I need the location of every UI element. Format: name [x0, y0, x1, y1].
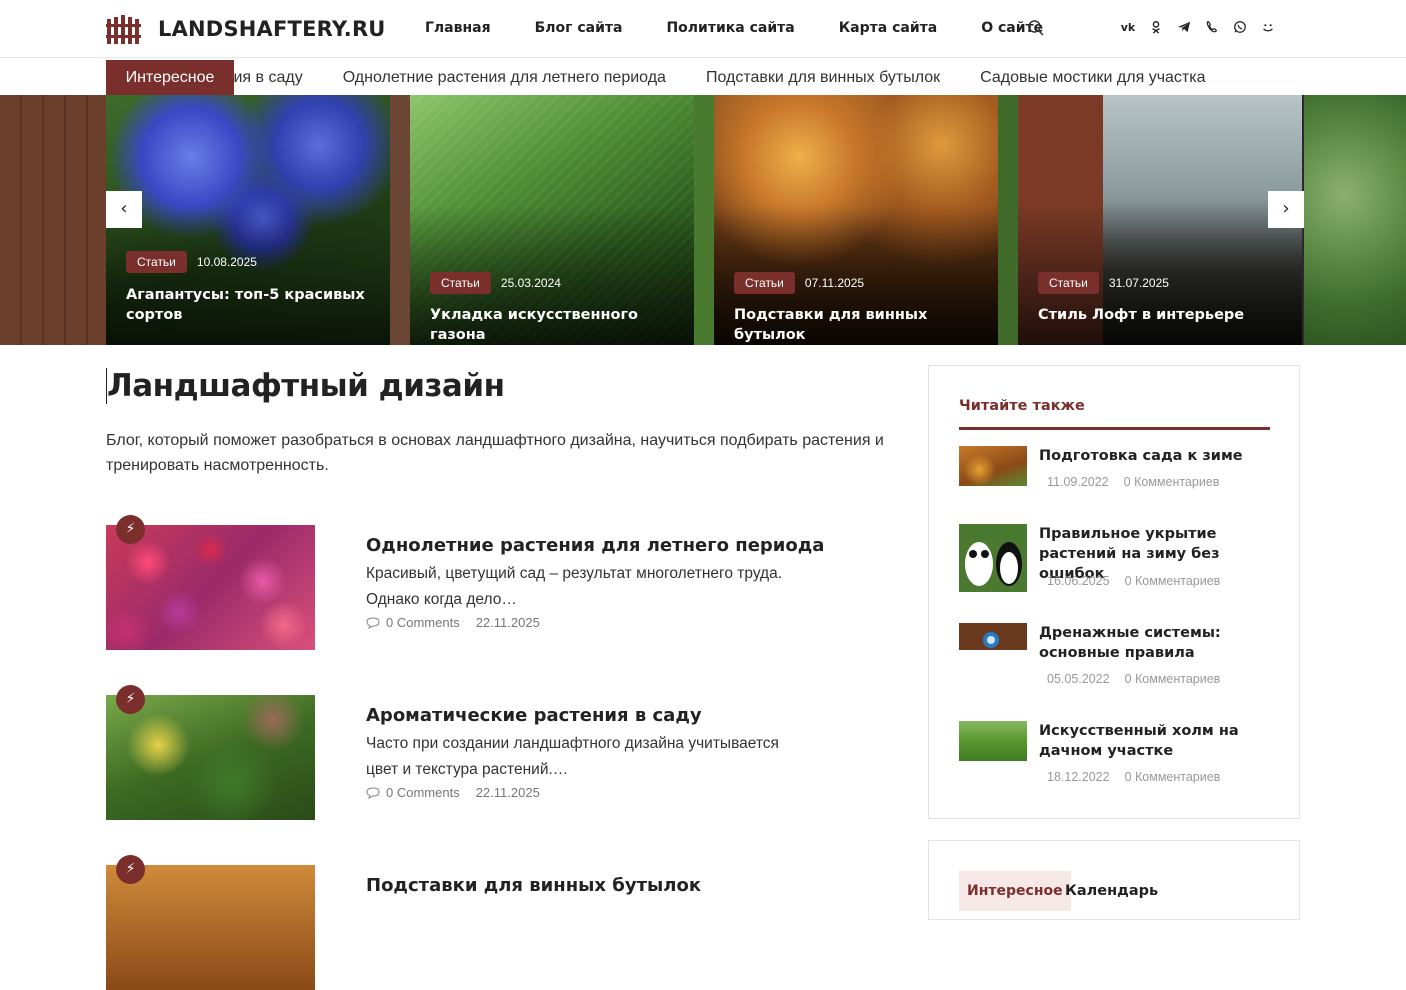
vk-icon[interactable]: vk — [1120, 20, 1136, 36]
slide-title[interactable]: Стиль Лофт в интерьере — [1038, 305, 1286, 325]
related-meta: 05.05.2022 0 Комментариев — [1047, 672, 1220, 686]
widget2-text[interactable]: Календарь — [1065, 883, 1158, 899]
main-nav: Главная Блог сайта Политика сайта Карта … — [425, 20, 1087, 36]
related-date: 11.09.2022 — [1047, 475, 1109, 489]
site-header: LANDSHAFTERY.RU Главная Блог сайта Полит… — [0, 0, 1406, 58]
post-title[interactable]: Ароматические растения в саду — [366, 705, 702, 726]
slide-badge[interactable]: Статьи — [126, 251, 187, 273]
widget2-label: Интересное — [959, 871, 1071, 911]
slide-title[interactable]: Укладка искусственного газона — [430, 305, 678, 345]
slide-title[interactable]: Подставки для винных бутылок — [734, 305, 982, 345]
related-comments[interactable]: 0 Комментариев — [1125, 574, 1221, 588]
odnoklassniki-icon[interactable] — [1148, 20, 1164, 36]
search-icon[interactable] — [1027, 19, 1045, 37]
post-meta: 0 Comments 22.11.2025 — [366, 615, 540, 630]
nav-home[interactable]: Главная — [425, 20, 491, 36]
ticker-item[interactable]: Ароматические растения в саду — [234, 60, 303, 95]
slide-date: 10.08.2025 — [196, 255, 257, 269]
post-comments[interactable]: 0 Comments — [386, 785, 460, 800]
related-date: 16.06.2025 — [1047, 574, 1110, 588]
ticker-item[interactable]: Подставки для винных бутылок — [706, 60, 940, 95]
post-excerpt: Часто при создании ландшафтного дизайна … — [366, 735, 779, 778]
slide-date: 25.03.2024 — [500, 276, 561, 290]
widget-title: Читайте также — [959, 398, 1085, 414]
slide-artificial-turf[interactable]: Статьи 25.03.2024 Укладка искусственного… — [410, 95, 694, 345]
page-title: Ландшафтный дизайн — [106, 368, 505, 404]
slide-title[interactable]: Агапантусы: топ-5 красивых сортов — [126, 285, 374, 325]
telegram-icon[interactable] — [1176, 20, 1192, 36]
nav-policy[interactable]: Политика сайта — [666, 20, 794, 36]
widget-divider — [959, 427, 1270, 430]
social-links: vk — [1120, 20, 1288, 36]
viber-icon[interactable] — [1204, 20, 1220, 36]
related-comments[interactable]: 0 Комментариев — [1125, 770, 1221, 784]
site-name: LANDSHAFTERY.RU — [158, 17, 386, 41]
related-comments[interactable]: 0 Комментариев — [1124, 475, 1220, 489]
related-meta: 16.06.2025 0 Комментариев — [1047, 574, 1220, 588]
lightning-icon[interactable]: ⚡ — [116, 515, 145, 544]
related-title[interactable]: Дренажные системы: основные правила — [1039, 623, 1279, 663]
nav-blog[interactable]: Блог сайта — [535, 20, 623, 36]
post-title[interactable]: Подставки для винных бутылок — [366, 875, 701, 896]
related-thumbnail[interactable] — [959, 623, 1027, 650]
slide-loft-style[interactable]: Статьи 31.07.2025 Стиль Лофт в интерьере — [1018, 95, 1302, 345]
related-item: Дренажные системы: основные правила 05.0… — [959, 623, 1279, 703]
related-item: Подготовка сада к зиме 11.09.2022 0 Комме… — [959, 446, 1279, 526]
news-ticker: Интересное Ароматические растения в саду… — [0, 60, 1406, 95]
moi-mir-icon[interactable] — [1260, 20, 1276, 36]
comment-icon — [366, 786, 380, 799]
slide-date: 31.07.2025 — [1108, 276, 1169, 290]
related-thumbnail[interactable] — [959, 721, 1027, 761]
slide-badge[interactable]: Статьи — [1038, 272, 1099, 294]
slide-edge-left — [0, 95, 106, 345]
slide-agapanthus[interactable]: Статьи 10.08.2025 Агапантусы: топ-5 крас… — [106, 95, 390, 345]
ticker-label: Интересное — [106, 60, 234, 95]
post-thumbnail[interactable] — [106, 695, 315, 820]
post-date: 22.11.2025 — [475, 785, 540, 800]
slider-prev-button[interactable]: ‹ — [106, 191, 142, 228]
post-excerpt: Красивый, цветущий сад – результат много… — [366, 565, 783, 608]
post-thumbnail[interactable] — [106, 525, 315, 650]
related-meta: 18.12.2022 0 Комментариев — [1047, 770, 1220, 784]
related-item: Искусственный холм на дачном участке 18.… — [959, 721, 1279, 801]
slide-wine-holders[interactable]: Статьи 07.11.2025 Подставки для винных б… — [714, 95, 998, 345]
read-also-widget: Читайте также Подготовка сада к зиме 11.… — [928, 365, 1300, 819]
post-item: ⚡ Однолетние растения для летнего период… — [106, 515, 896, 650]
related-item: Правильное укрытие растений на зиму без … — [959, 524, 1279, 604]
post-title[interactable]: Однолетние растения для летнего периода — [366, 535, 824, 556]
featured-slider: Статьи 10.08.2025 Агапантусы: топ-5 крас… — [0, 95, 1406, 345]
related-comments[interactable]: 0 Комментариев — [1125, 672, 1221, 686]
lightning-icon[interactable]: ⚡ — [116, 685, 145, 714]
interesting-widget: Интересное Календарь — [928, 840, 1300, 920]
post-thumbnail[interactable] — [106, 865, 315, 990]
slide-badge[interactable]: Статьи — [734, 272, 795, 294]
ticker-item[interactable]: Однолетние растения для летнего периода — [343, 60, 666, 95]
post-item: ⚡ Ароматические растения в саду Часто пр… — [106, 685, 896, 820]
whatsapp-icon[interactable] — [1232, 20, 1248, 36]
post-item: ⚡ Подставки для винных бутылок — [106, 855, 896, 990]
site-logo[interactable]: LANDSHAFTERY.RU — [106, 14, 386, 44]
nav-sitemap[interactable]: Карта сайта — [839, 20, 937, 36]
related-title[interactable]: Искусственный холм на дачном участке — [1039, 721, 1279, 761]
ticker-track: Ароматические растения в саду Однолетние… — [234, 60, 1324, 95]
slide-edge-right — [1304, 95, 1406, 345]
post-meta: 0 Comments 22.11.2025 — [366, 785, 540, 800]
fence-logo-icon — [106, 15, 141, 44]
related-meta: 11.09.2022 0 Комментариев — [1047, 475, 1219, 489]
related-date: 05.05.2022 — [1047, 672, 1110, 686]
related-thumbnail[interactable] — [959, 446, 1027, 486]
post-comments[interactable]: 0 Comments — [386, 615, 460, 630]
slide-badge[interactable]: Статьи — [430, 272, 491, 294]
ticker-item[interactable]: Садовые мостики для участка — [980, 60, 1205, 95]
lightning-icon[interactable]: ⚡ — [116, 855, 145, 884]
slider-next-button[interactable]: › — [1268, 191, 1304, 228]
post-date: 22.11.2025 — [475, 615, 540, 630]
comment-icon — [366, 616, 380, 629]
related-thumbnail[interactable] — [959, 524, 1027, 592]
related-date: 18.12.2022 — [1047, 770, 1110, 784]
slide-date: 07.11.2025 — [804, 276, 865, 290]
related-title[interactable]: Подготовка сада к зиме — [1039, 446, 1279, 466]
page-intro: Блог, который поможет разобраться в осно… — [106, 432, 884, 474]
